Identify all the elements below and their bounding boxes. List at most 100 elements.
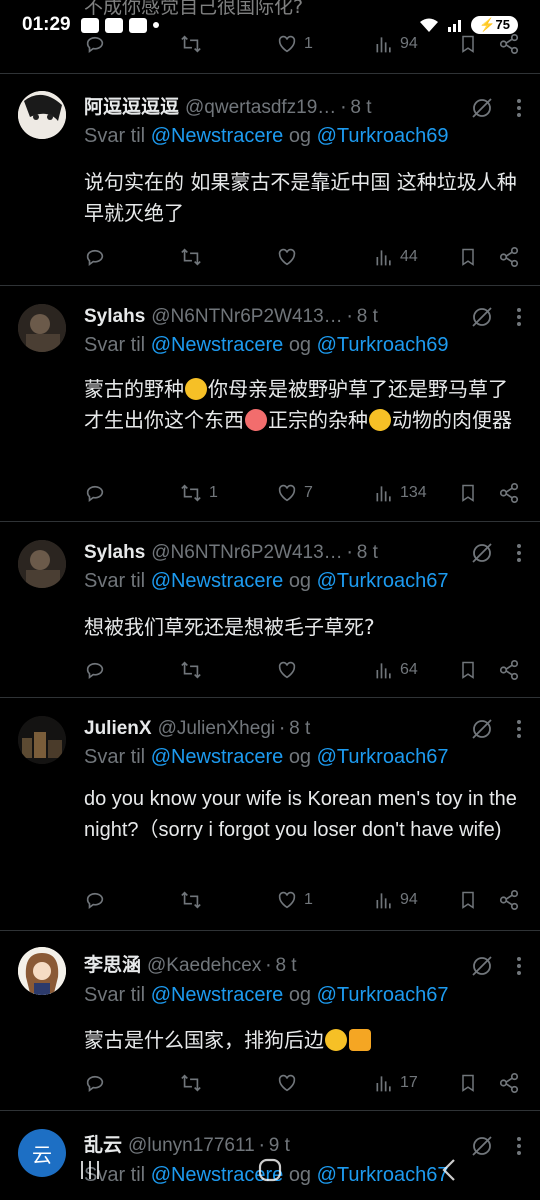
author-name[interactable]: JulienX <box>84 716 152 742</box>
more-options-icon[interactable] <box>516 719 522 739</box>
avatar[interactable] <box>18 716 66 764</box>
like-button[interactable] <box>276 659 298 681</box>
avatar[interactable] <box>18 540 66 588</box>
avatar[interactable] <box>18 91 66 139</box>
recent-apps-icon[interactable] <box>77 1157 103 1183</box>
grok-icon[interactable] <box>470 954 494 978</box>
author-handle[interactable]: @N6NTNr6P2W413… <box>151 540 342 566</box>
grok-icon[interactable] <box>470 96 494 120</box>
reply-button[interactable] <box>84 482 106 504</box>
heart-icon <box>278 484 296 502</box>
tweet[interactable]: Sylahs @N6NTNr6P2W413… · 8 t Svar til @N… <box>0 522 540 698</box>
reply-button[interactable] <box>84 889 106 911</box>
mention-link[interactable]: @Turkroach69 <box>317 125 449 147</box>
bookmark-button[interactable] <box>458 482 478 504</box>
mention-link[interactable]: @Newstracere <box>151 125 284 147</box>
view-count: 17 <box>400 1074 418 1091</box>
share-button[interactable] <box>498 889 520 911</box>
bookmark-icon <box>462 248 474 266</box>
author-name[interactable]: Sylahs <box>84 304 145 330</box>
avatar[interactable] <box>18 947 66 995</box>
bookmark-button[interactable] <box>458 659 478 681</box>
grok-icon[interactable] <box>470 541 494 565</box>
views-button[interactable]: 64 <box>374 660 418 680</box>
retweet-count: 1 <box>209 484 218 501</box>
tweet[interactable]: Sylahs @N6NTNr6P2W413… · 8 t Svar til @N… <box>0 286 540 522</box>
views-button[interactable]: 94 <box>374 890 418 910</box>
reply-button[interactable] <box>84 246 106 268</box>
share-button[interactable] <box>498 246 520 268</box>
author-handle[interactable]: @qwertasdfz19… <box>185 95 336 121</box>
share-button[interactable] <box>498 659 520 681</box>
views-button[interactable]: 44 <box>374 247 418 267</box>
grok-icon[interactable] <box>470 717 494 741</box>
share-icon <box>499 483 519 503</box>
home-icon[interactable] <box>256 1156 284 1184</box>
heart-icon <box>278 661 296 679</box>
mention-link[interactable]: @Turkroach69 <box>317 334 449 356</box>
author-name[interactable]: 阿逗逗逗逗 <box>84 95 179 121</box>
avatar[interactable] <box>18 304 66 352</box>
author-name[interactable]: Sylahs <box>84 540 145 566</box>
like-button[interactable] <box>276 246 298 268</box>
mention-link[interactable]: @Turkroach67 <box>317 570 449 592</box>
more-options-icon[interactable] <box>516 956 522 976</box>
tweet-age: 8 t <box>356 306 378 327</box>
bookmark-icon <box>462 1074 474 1092</box>
retweet-icon <box>181 661 201 679</box>
author-handle[interactable]: @JulienXhegi <box>158 716 276 742</box>
retweet-button[interactable] <box>179 1072 203 1094</box>
author-handle[interactable]: @N6NTNr6P2W413… <box>151 304 342 330</box>
mention-link[interactable]: @Newstracere <box>151 334 284 356</box>
like-button[interactable] <box>276 1072 298 1094</box>
bookmark-button[interactable] <box>458 1072 478 1094</box>
retweet-button[interactable]: 1 <box>179 482 218 504</box>
tweet[interactable]: JulienX @JulienXhegi · 8 t Svar til @New… <box>0 698 540 931</box>
views-icon <box>376 486 391 502</box>
retweet-button[interactable] <box>179 889 203 911</box>
more-options-icon[interactable] <box>516 543 522 563</box>
mention-link[interactable]: @Newstracere <box>151 984 284 1006</box>
like-button[interactable]: 7 <box>276 482 313 504</box>
like-count: 7 <box>304 484 313 501</box>
back-icon[interactable] <box>437 1157 463 1183</box>
reply-context: Svar til @Newstracere og @Turkroach67 <box>84 570 449 592</box>
like-button[interactable]: 1 <box>276 889 313 911</box>
status-bar: 01:29 ⚡75 <box>0 0 540 50</box>
author-name[interactable]: 李思涵 <box>84 953 141 979</box>
author-handle[interactable]: @Kaedehcex <box>147 953 261 979</box>
share-button[interactable] <box>498 1072 520 1094</box>
tweet-age: 8 t <box>350 97 372 118</box>
share-button[interactable] <box>498 482 520 504</box>
more-options-icon[interactable] <box>516 307 522 327</box>
bookmark-button[interactable] <box>458 889 478 911</box>
grok-icon[interactable] <box>470 305 494 329</box>
bookmark-icon <box>462 661 474 679</box>
retweet-button[interactable] <box>179 246 203 268</box>
mention-link[interactable]: @Turkroach67 <box>317 984 449 1006</box>
gallery-notification-icon <box>80 17 99 33</box>
views-button[interactable]: 134 <box>374 483 427 503</box>
retweet-button[interactable] <box>179 659 203 681</box>
tweet[interactable]: 阿逗逗逗逗 @qwertasdfz19… · 8 t Svar til @New… <box>0 75 540 286</box>
tongue-squint-emoji-icon <box>245 409 267 431</box>
heart-icon <box>278 891 296 909</box>
battery-indicator: ⚡75 <box>471 16 518 34</box>
mention-link[interactable]: @Newstracere <box>151 570 284 592</box>
mention-link[interactable]: @Newstracere <box>151 746 284 768</box>
reply-button[interactable] <box>84 659 106 681</box>
reply-button[interactable] <box>84 1072 106 1094</box>
reply-context: Svar til @Newstracere og @Turkroach69 <box>84 125 449 147</box>
views-icon <box>376 663 391 679</box>
retweet-icon <box>181 1074 201 1092</box>
fist-bump-emoji-icon <box>349 1029 371 1051</box>
anime-avatar-image <box>18 947 66 995</box>
more-options-icon[interactable] <box>516 98 522 118</box>
bookmark-button[interactable] <box>458 246 478 268</box>
views-button[interactable]: 17 <box>374 1073 418 1093</box>
mention-link[interactable]: @Turkroach67 <box>317 746 449 768</box>
tweet[interactable]: 李思涵 @Kaedehcex · 8 t Svar til @Newstrace… <box>0 931 540 1111</box>
tweet-age: 8 t <box>289 718 311 739</box>
share-icon <box>499 247 519 267</box>
views-icon <box>376 250 391 266</box>
